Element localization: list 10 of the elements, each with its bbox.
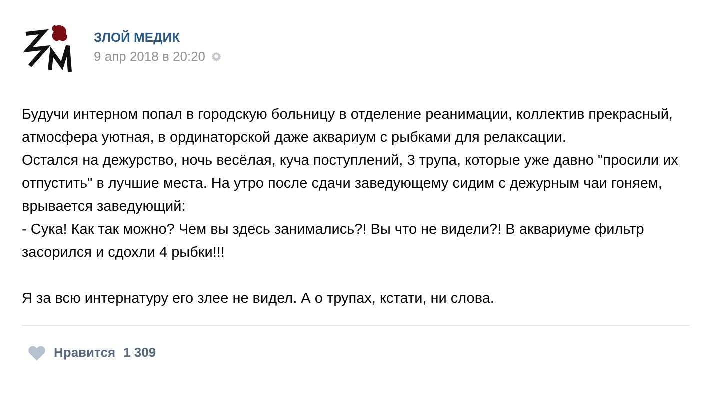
post-text: Остался на дежурство, ночь весёлая, куча поступлений, 3 трупа, которые уже давно "просили их отпустить" в лучшие места. На утро после сдачи заведующему сидим с дежурным чаи гоняем, врывается заведующий: <box>22 152 680 217</box>
post-text: Я за всю интернатуру его злее не видел. А о трупах, кстати, ни слова. <box>22 290 496 309</box>
like-count: 1 309 <box>124 344 156 362</box>
post-text: - Сука! Как так можно? Чем вы здесь занимались?! Вы что не видели?! В аквариуме фильтр засорился и сдохли 4 рыбки!!! <box>22 221 646 263</box>
post-date[interactable]: 9 апр 2018 в 20:20 <box>94 50 206 63</box>
gear-icon[interactable] <box>210 51 222 62</box>
author-name[interactable]: ЗЛОЙ МЕДИК <box>94 31 222 44</box>
post-text: Будучи интерном попал в городскую больницу в отделение реанимации, коллектив прекрасный, атмосфера уютная, в ординаторской даже аквариум с рыбками для релаксации. <box>22 106 674 148</box>
like-label: Нравится <box>54 344 116 362</box>
like-button[interactable]: Нравится 1 309 <box>24 340 160 366</box>
